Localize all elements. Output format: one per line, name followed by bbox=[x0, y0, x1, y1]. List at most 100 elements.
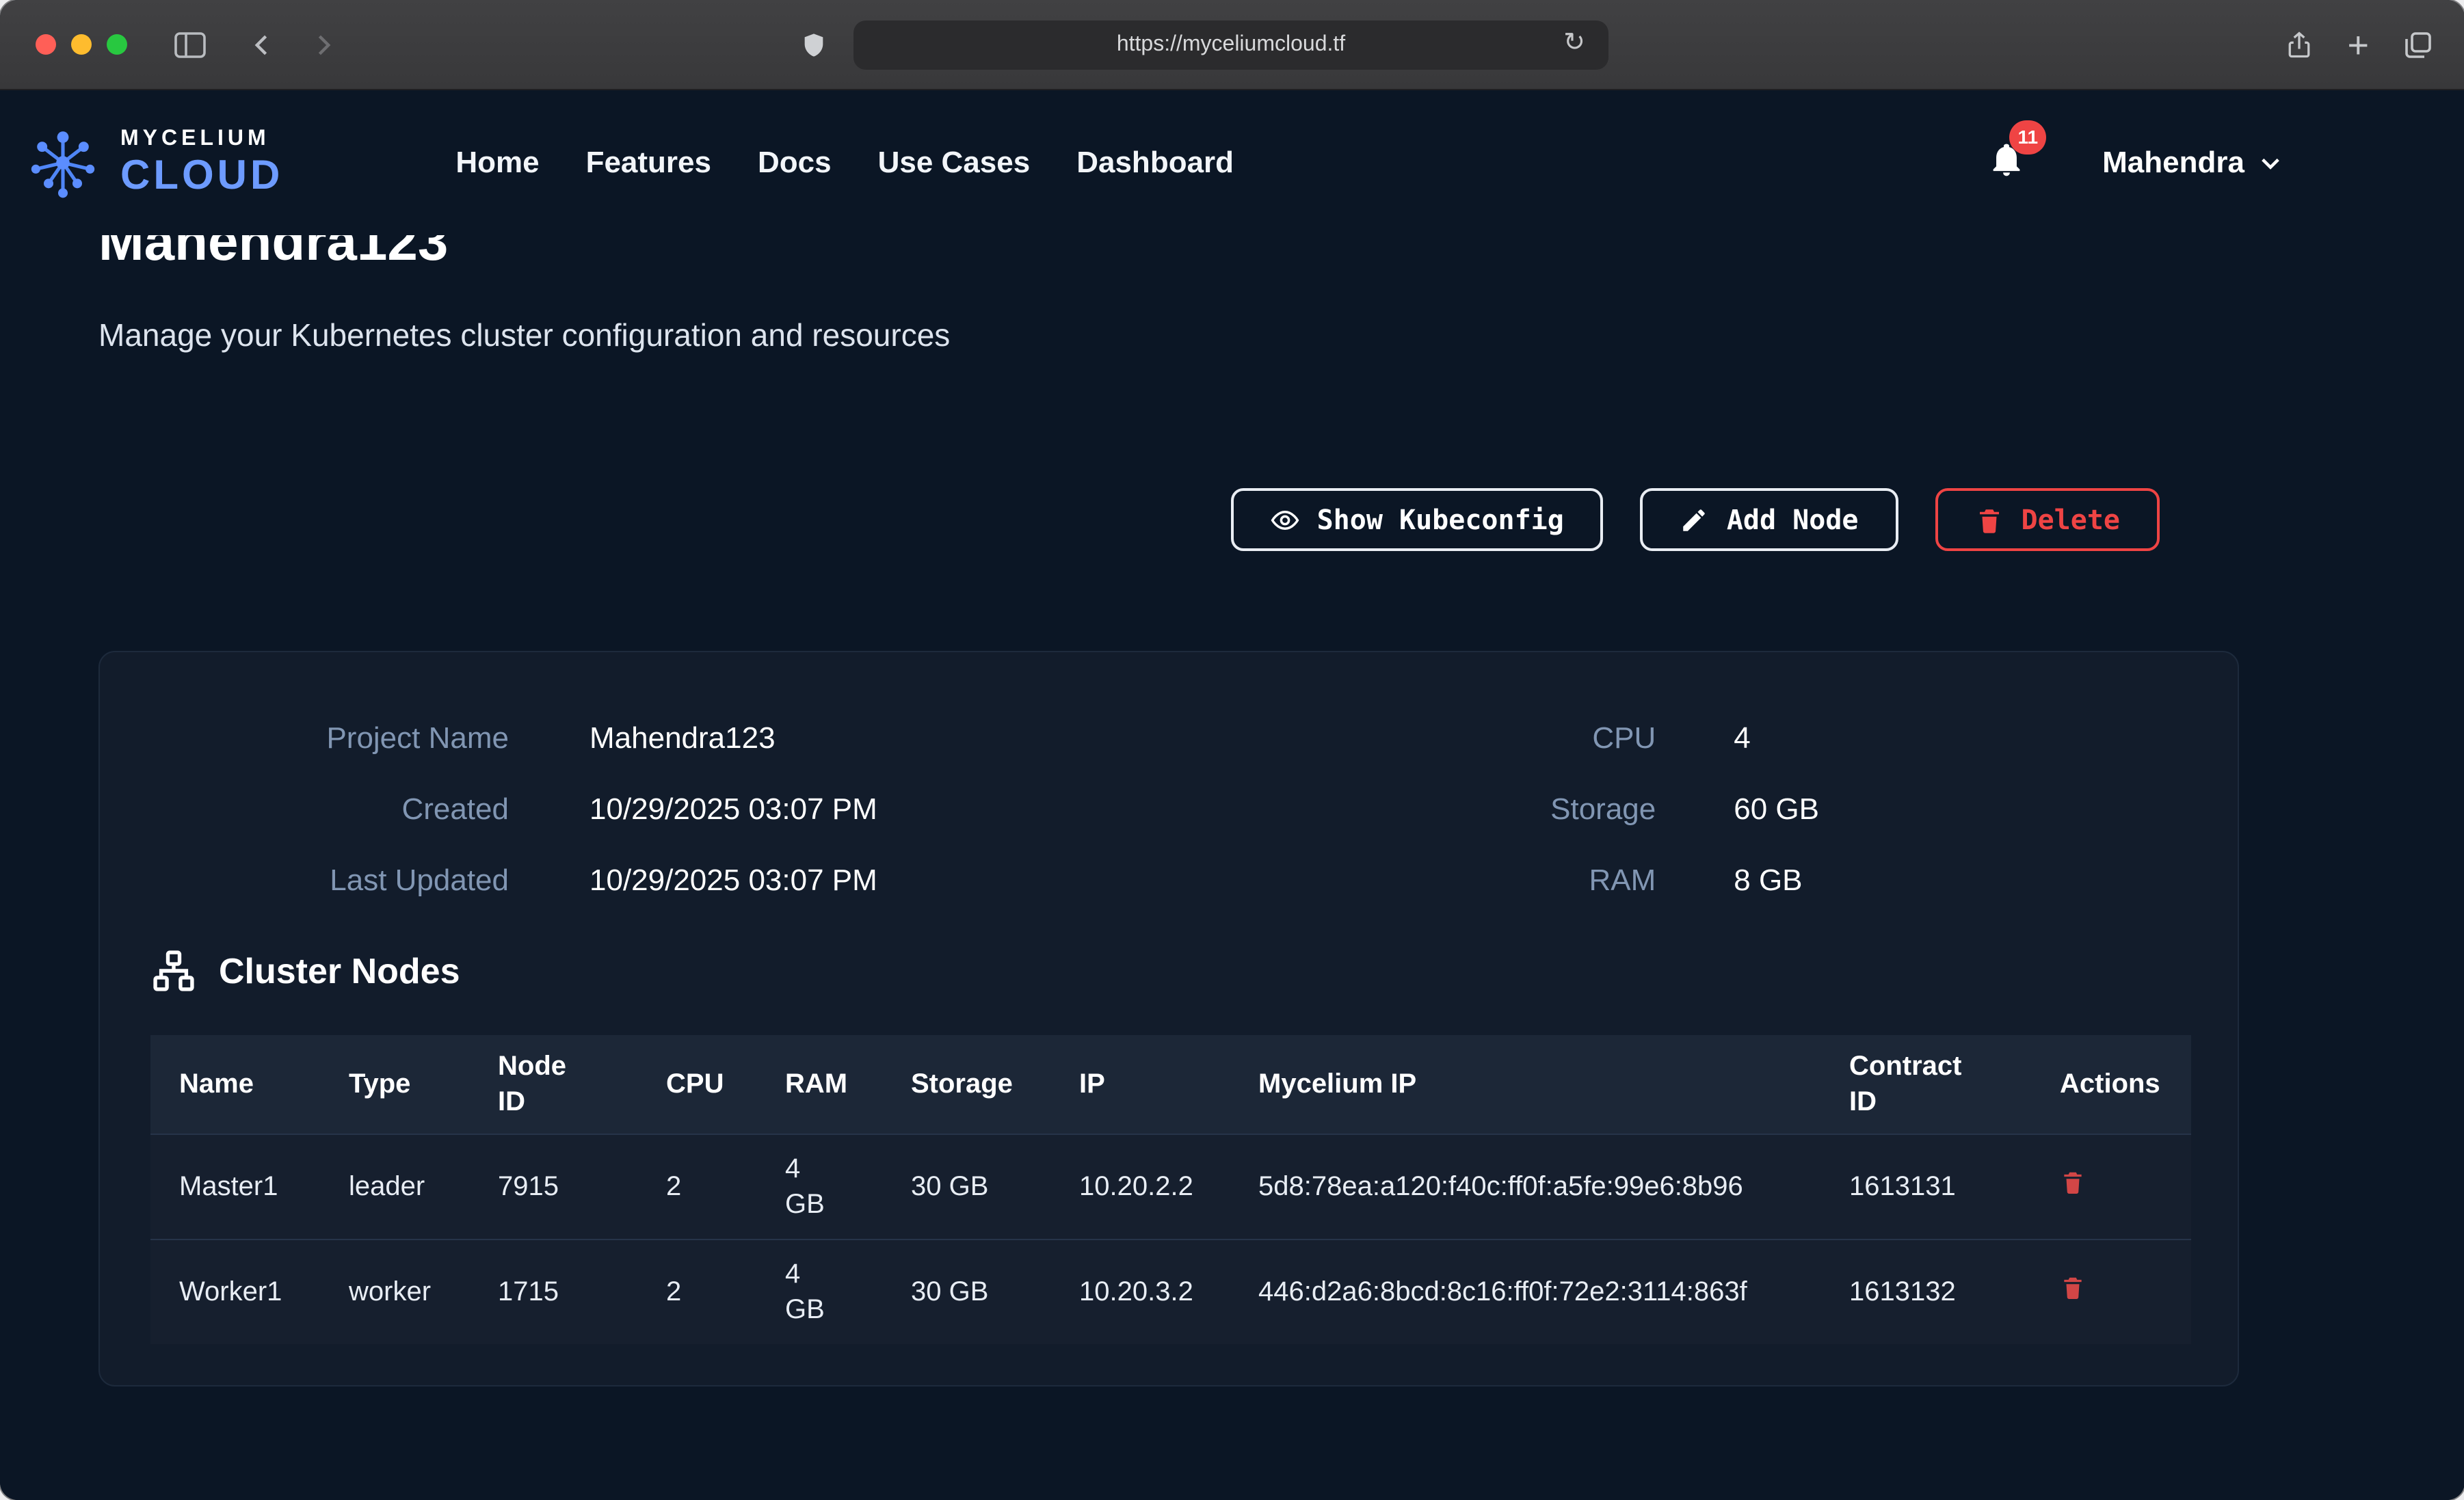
user-menu[interactable]: Mahendra bbox=[2102, 145, 2283, 180]
col-name: Name bbox=[150, 1035, 320, 1134]
detail-label: Storage bbox=[1464, 786, 1656, 833]
cell-node-id: 1715 bbox=[469, 1240, 637, 1344]
cluster-actions: Show Kubeconfig Add Node Delete bbox=[98, 488, 2239, 551]
cell-ram: 4 GB bbox=[756, 1240, 882, 1344]
col-cpu: CPU bbox=[637, 1035, 756, 1134]
brand-line1: MYCELIUM bbox=[120, 126, 283, 151]
detail-label: Last Updated bbox=[150, 857, 509, 904]
cell-contract-id: 1613131 bbox=[1820, 1134, 2031, 1240]
trash-icon bbox=[2060, 1274, 2086, 1300]
col-actions: Actions bbox=[2031, 1035, 2191, 1134]
share-icon[interactable] bbox=[2284, 29, 2314, 62]
forward-icon[interactable] bbox=[308, 29, 338, 59]
nav-links: Home Features Docs Use Cases Dashboard bbox=[455, 145, 1234, 180]
nav-item-features[interactable]: Features bbox=[586, 145, 711, 180]
show-kubeconfig-button[interactable]: Show Kubeconfig bbox=[1231, 488, 1604, 551]
trash-icon bbox=[2060, 1169, 2086, 1195]
cluster-nodes-heading: Cluster Nodes bbox=[150, 948, 2188, 994]
screenshot-stage: https://myceliumcloud.tf ↻ + bbox=[0, 0, 2464, 1500]
privacy-shield-icon[interactable] bbox=[800, 30, 827, 67]
sidebar-toggle-icon[interactable] bbox=[174, 31, 207, 58]
cell-name: Worker1 bbox=[150, 1240, 320, 1344]
chevron-down-icon bbox=[2258, 150, 2283, 175]
cell-node-id: 7915 bbox=[469, 1134, 637, 1240]
top-navigation: MYCELIUM CLOUD Home Features Docs Use Ca… bbox=[0, 90, 2464, 235]
detail-value: 4 bbox=[1734, 715, 1819, 762]
page-viewport: MYCELIUM CLOUD Home Features Docs Use Ca… bbox=[0, 90, 2464, 1500]
pencil-icon bbox=[1680, 505, 1709, 534]
nav-item-docs[interactable]: Docs bbox=[758, 145, 832, 180]
notifications-button[interactable]: 11 bbox=[1987, 139, 2026, 187]
cell-type: worker bbox=[320, 1240, 469, 1344]
cell-ip: 10.20.3.2 bbox=[1050, 1240, 1230, 1344]
browser-window: https://myceliumcloud.tf ↻ + bbox=[0, 0, 2464, 1500]
table-row: Master1 leader 7915 2 4 GB 30 GB 10.20.2… bbox=[150, 1134, 2191, 1240]
nav-right: 11 Mahendra bbox=[1987, 139, 2283, 187]
cell-name: Master1 bbox=[150, 1134, 320, 1240]
cell-ram: 4 GB bbox=[756, 1134, 882, 1240]
browser-chrome: https://myceliumcloud.tf ↻ + bbox=[0, 0, 2464, 90]
nav-item-use-cases[interactable]: Use Cases bbox=[878, 145, 1031, 180]
details-left: Project Name Mahendra123 Created 10/29/2… bbox=[150, 715, 877, 904]
cell-storage: 30 GB bbox=[882, 1134, 1050, 1240]
delete-node-button[interactable] bbox=[2060, 1274, 2086, 1300]
detail-label: CPU bbox=[1464, 715, 1656, 762]
address-bar[interactable]: https://myceliumcloud.tf ↻ bbox=[853, 21, 1608, 70]
detail-value: 10/29/2025 03:07 PM bbox=[589, 786, 877, 833]
fullscreen-window-button[interactable] bbox=[107, 34, 127, 55]
mycelium-logo-icon bbox=[25, 124, 101, 201]
detail-value: 60 GB bbox=[1734, 786, 1819, 833]
detail-value: 10/29/2025 03:07 PM bbox=[589, 857, 877, 904]
cell-cpu: 2 bbox=[637, 1134, 756, 1240]
cell-contract-id: 1613132 bbox=[1820, 1240, 2031, 1344]
trash-icon bbox=[1975, 505, 2004, 534]
cell-ip: 10.20.2.2 bbox=[1050, 1134, 1230, 1240]
brand-logo[interactable]: MYCELIUM CLOUD bbox=[25, 124, 283, 201]
brand-line2: CLOUD bbox=[120, 152, 283, 199]
new-tab-icon[interactable]: + bbox=[2347, 27, 2369, 64]
nav-item-dashboard[interactable]: Dashboard bbox=[1076, 145, 1234, 180]
delete-node-button[interactable] bbox=[2060, 1169, 2086, 1195]
chrome-right-controls: + bbox=[2284, 0, 2435, 90]
cell-type: leader bbox=[320, 1134, 469, 1240]
cluster-nodes-title: Cluster Nodes bbox=[219, 950, 460, 992]
reload-icon[interactable]: ↻ bbox=[1555, 26, 1593, 60]
cell-actions bbox=[2031, 1134, 2191, 1240]
cluster-info-card: Project Name Mahendra123 Created 10/29/2… bbox=[98, 651, 2239, 1387]
back-icon[interactable] bbox=[248, 29, 278, 59]
delete-cluster-button[interactable]: Delete bbox=[1935, 488, 2160, 551]
minimize-window-button[interactable] bbox=[71, 34, 92, 55]
user-name: Mahendra bbox=[2102, 145, 2244, 180]
col-contract-id: Contract ID bbox=[1820, 1035, 2031, 1134]
nodes-table: Name Type Node ID CPU RAM Storage IP Myc… bbox=[150, 1035, 2191, 1344]
cell-cpu: 2 bbox=[637, 1240, 756, 1344]
col-node-id: Node ID bbox=[469, 1035, 637, 1134]
nav-item-home[interactable]: Home bbox=[455, 145, 539, 180]
cell-actions bbox=[2031, 1240, 2191, 1344]
cell-mycelium-ip: 5d8:78ea:a120:f40c:ff0f:a5fe:99e6:8b96 bbox=[1230, 1134, 1820, 1240]
add-node-button[interactable]: Add Node bbox=[1641, 488, 1898, 551]
workflow-icon bbox=[150, 948, 197, 994]
detail-label: RAM bbox=[1464, 857, 1656, 904]
details-right: CPU 4 Storage 60 GB RAM 8 GB bbox=[1464, 715, 1819, 904]
detail-value: 8 GB bbox=[1734, 857, 1819, 904]
url-text: https://myceliumcloud.tf bbox=[1117, 33, 1345, 57]
col-mycelium-ip: Mycelium IP bbox=[1230, 1035, 1820, 1134]
page-subtitle: Manage your Kubernetes cluster configura… bbox=[98, 317, 2239, 354]
table-row: Worker1 worker 1715 2 4 GB 30 GB 10.20.3… bbox=[150, 1240, 2191, 1344]
cell-mycelium-ip: 446:d2a6:8bcd:8c16:ff0f:72e2:3114:863f bbox=[1230, 1240, 1820, 1344]
detail-value: Mahendra123 bbox=[589, 715, 877, 762]
col-type: Type bbox=[320, 1035, 469, 1134]
col-storage: Storage bbox=[882, 1035, 1050, 1134]
close-window-button[interactable] bbox=[36, 34, 56, 55]
tab-overview-icon[interactable] bbox=[2402, 29, 2435, 62]
notification-count-badge: 11 bbox=[2010, 120, 2047, 154]
eye-icon bbox=[1271, 505, 1299, 534]
detail-label: Project Name bbox=[150, 715, 509, 762]
detail-label: Created bbox=[150, 786, 509, 833]
brand-text: MYCELIUM CLOUD bbox=[120, 126, 283, 199]
cell-storage: 30 GB bbox=[882, 1240, 1050, 1344]
window-controls bbox=[36, 34, 127, 55]
cluster-details: Project Name Mahendra123 Created 10/29/2… bbox=[150, 715, 2188, 904]
table-header-row: Name Type Node ID CPU RAM Storage IP Myc… bbox=[150, 1035, 2191, 1134]
